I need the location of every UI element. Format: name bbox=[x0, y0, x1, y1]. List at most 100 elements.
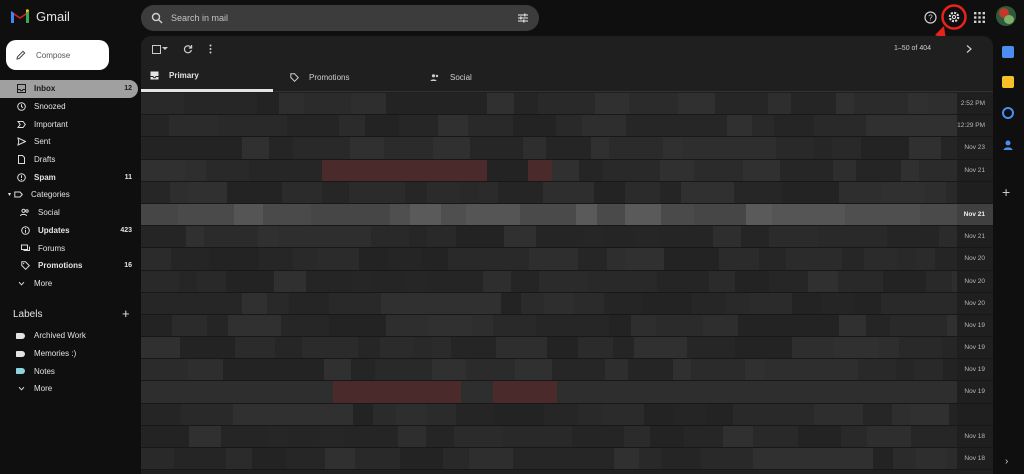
tune-icon[interactable] bbox=[517, 12, 529, 24]
label-item-archived-work[interactable]: Archived Work bbox=[0, 327, 138, 345]
pagination-text: 1–50 of 404 bbox=[894, 45, 931, 52]
sidebar-item-label: Snoozed bbox=[34, 102, 66, 112]
refresh-icon[interactable] bbox=[182, 43, 194, 55]
sidebar-item-forums[interactable]: Forums bbox=[0, 239, 138, 257]
email-row[interactable]: Nov 20 bbox=[141, 270, 993, 293]
label-name: Archived Work bbox=[34, 331, 86, 341]
show-side-panel-icon[interactable]: › bbox=[1005, 456, 1008, 467]
label-item-memories[interactable]: Memories :) bbox=[0, 345, 138, 363]
labels-heading: Labels bbox=[13, 309, 43, 320]
sidebar-item-label: Social bbox=[38, 208, 60, 218]
label-item-notes[interactable]: Notes bbox=[0, 362, 138, 380]
email-row[interactable]: Nov 19 bbox=[141, 359, 993, 382]
sidebar-item-more[interactable]: More bbox=[0, 275, 138, 293]
add-label-icon[interactable]: + bbox=[122, 306, 130, 321]
email-date: Nov 18 bbox=[964, 455, 985, 462]
tab-primary[interactable]: Primary bbox=[141, 62, 273, 92]
label-name: More bbox=[34, 384, 53, 394]
email-date: 2:52 PM bbox=[960, 100, 985, 107]
compose-button[interactable]: Compose bbox=[6, 40, 109, 70]
email-row[interactable]: Nov 19 bbox=[141, 337, 993, 360]
sidebar-item-social[interactable]: Social bbox=[0, 204, 138, 222]
people-icon bbox=[430, 73, 439, 81]
labels-list: Archived Work Memories :) Notes More bbox=[0, 327, 140, 398]
next-page-icon[interactable] bbox=[963, 43, 975, 55]
sidebar-item-sent[interactable]: Sent bbox=[0, 133, 138, 151]
email-list: 2:52 PM 12:29 PM Nov 23 Nov 21 Nov 21 Nov 21 N… bbox=[141, 93, 993, 471]
pixelated-email-content bbox=[141, 137, 957, 159]
sidebar-item-spam[interactable]: Spam 11 bbox=[0, 168, 138, 186]
sidebar-item-label: Important bbox=[34, 119, 68, 129]
keep-icon[interactable] bbox=[1002, 76, 1014, 88]
email-row[interactable]: Nov 20 bbox=[141, 248, 993, 271]
info-icon bbox=[20, 225, 30, 235]
email-row[interactable]: 2:52 PM bbox=[141, 93, 993, 116]
email-row[interactable]: 12:29 PM bbox=[141, 115, 993, 138]
pixelated-email-content bbox=[141, 248, 957, 270]
sidebar-item-inbox[interactable]: Inbox 12 bbox=[0, 80, 138, 98]
search-input[interactable] bbox=[171, 13, 517, 23]
email-date: Nov 19 bbox=[964, 344, 985, 352]
labels-more[interactable]: More bbox=[0, 380, 138, 398]
sidebar-item-promotions[interactable]: Promotions 16 bbox=[0, 257, 138, 275]
email-row[interactable]: Nov 21 bbox=[141, 226, 993, 249]
label-color-icon bbox=[16, 368, 25, 375]
gmail-logo-text: Gmail bbox=[36, 8, 70, 24]
get-addons-icon[interactable]: + bbox=[1002, 184, 1010, 200]
pixelated-email-content bbox=[141, 93, 957, 115]
email-row[interactable]: Nov 20 bbox=[141, 292, 993, 315]
apps-grid-icon[interactable] bbox=[971, 9, 987, 25]
tab-promotions[interactable]: Promotions bbox=[281, 62, 413, 92]
email-row[interactable]: Nov 19 bbox=[141, 381, 993, 404]
email-date: Nov 21 bbox=[963, 210, 985, 218]
sidebar-item-label: Sent bbox=[34, 137, 51, 147]
calendar-icon[interactable] bbox=[1002, 46, 1014, 58]
unread-count: 11 bbox=[124, 173, 132, 181]
tasks-icon[interactable] bbox=[1002, 107, 1014, 119]
pixelated-email-content bbox=[141, 314, 957, 337]
sidebar-item-important[interactable]: Important bbox=[0, 115, 138, 133]
search-icon[interactable] bbox=[151, 12, 163, 24]
gmail-logo[interactable]: Gmail bbox=[10, 8, 70, 24]
tab-label: Primary bbox=[169, 71, 199, 80]
chevron-down-icon bbox=[16, 278, 26, 288]
draft-icon bbox=[16, 155, 26, 165]
select-dropdown-icon[interactable] bbox=[161, 43, 169, 55]
unread-count: 12 bbox=[124, 85, 132, 93]
pixelated-email-content bbox=[141, 159, 957, 181]
email-row[interactable]: Nov 18 bbox=[141, 425, 993, 448]
pixelated-email-content bbox=[141, 270, 957, 292]
email-row[interactable]: Nov 18 bbox=[141, 448, 993, 471]
email-row[interactable]: Nov 19 bbox=[141, 314, 993, 338]
mail-list-panel: 1–50 of 404 Primary Promotions Social 2:… bbox=[141, 36, 993, 474]
email-row[interactable] bbox=[141, 403, 993, 426]
tab-social[interactable]: Social bbox=[421, 62, 553, 92]
email-date: Nov 21 bbox=[964, 166, 985, 174]
sidebar-item-snoozed[interactable]: Snoozed bbox=[0, 98, 138, 116]
email-row[interactable]: Nov 21 bbox=[141, 159, 993, 182]
forum-icon bbox=[20, 243, 30, 253]
pixelated-email-content bbox=[141, 403, 957, 425]
chevron-down-icon bbox=[16, 384, 26, 394]
sidebar-item-categories[interactable]: ▾ Categories bbox=[0, 186, 138, 204]
search-bar[interactable] bbox=[141, 5, 539, 31]
contacts-icon[interactable] bbox=[1002, 138, 1014, 150]
svg-text:?: ? bbox=[928, 13, 933, 22]
sidebar-item-updates[interactable]: Updates 423 bbox=[0, 222, 138, 240]
label-name: Memories :) bbox=[34, 349, 77, 359]
expand-arrow-icon[interactable]: ▾ bbox=[8, 191, 11, 198]
pixelated-email-content bbox=[141, 381, 957, 403]
account-avatar[interactable] bbox=[996, 6, 1016, 26]
sidebar-item-label: Inbox bbox=[34, 84, 56, 94]
sidebar-item-drafts[interactable]: Drafts bbox=[0, 151, 138, 169]
email-row[interactable]: Nov 23 bbox=[141, 137, 993, 160]
pixelated-email-content bbox=[141, 292, 957, 314]
email-date: Nov 21 bbox=[964, 233, 985, 241]
spam-icon bbox=[16, 172, 26, 182]
sidebar-item-label: Spam bbox=[34, 172, 56, 182]
more-options-icon[interactable] bbox=[204, 43, 216, 55]
email-row[interactable] bbox=[141, 181, 993, 204]
email-date: Nov 19 bbox=[964, 366, 985, 374]
email-row[interactable]: Nov 21 bbox=[141, 203, 993, 227]
important-icon bbox=[16, 119, 26, 129]
